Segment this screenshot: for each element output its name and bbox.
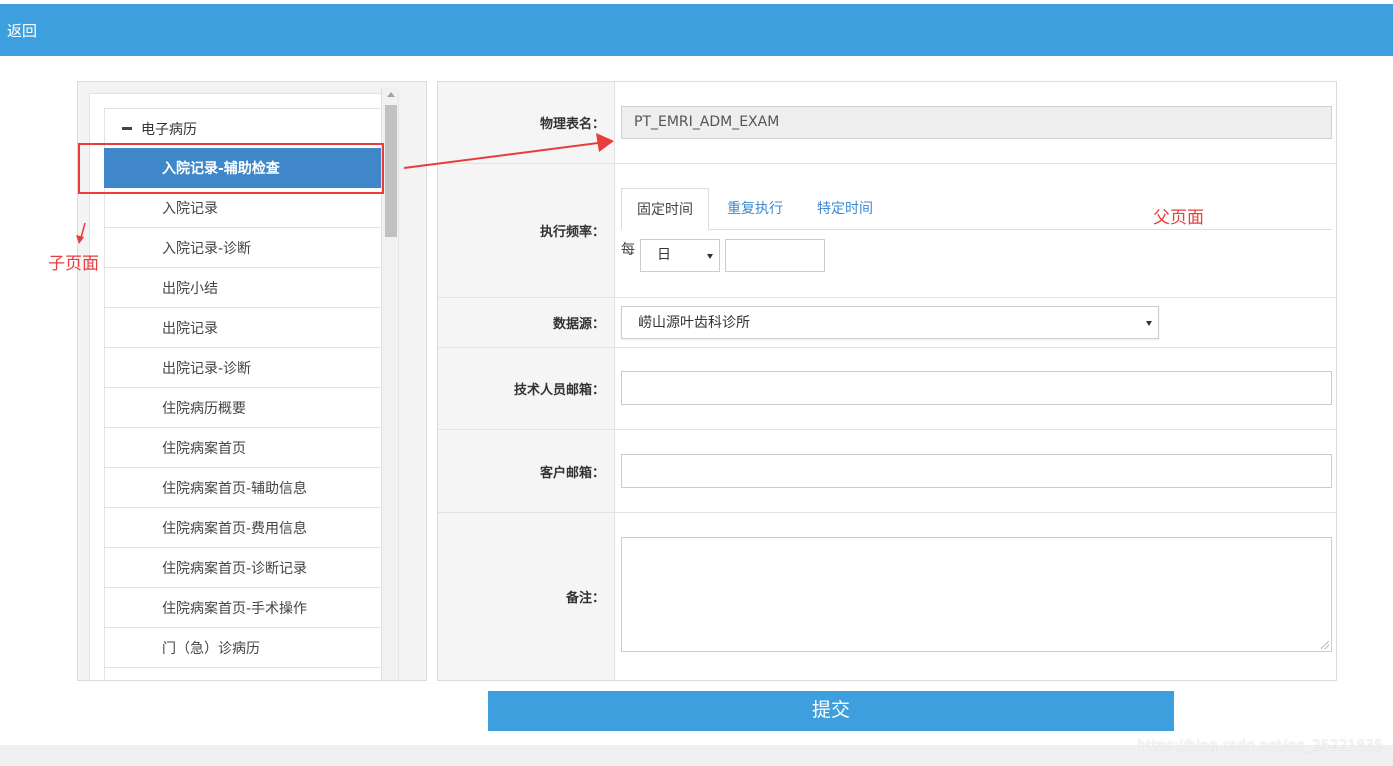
tree-item[interactable]: 出院记录 [104, 308, 383, 348]
tree-root-label: 电子病历 [141, 121, 197, 138]
row-body [616, 430, 1336, 512]
frequency-unit-select[interactable]: 日 [640, 239, 720, 272]
row-tech-email: 技术人员邮箱： [438, 348, 1336, 430]
tree-item[interactable]: 住院病案首页 [104, 428, 383, 468]
notes-textarea[interactable] [621, 537, 1332, 652]
resize-grip-icon[interactable] [1321, 641, 1329, 649]
back-link[interactable]: 返回 [7, 20, 37, 41]
customer-email-input[interactable] [621, 454, 1332, 488]
tab-fixed-time[interactable]: 固定时间 [621, 188, 709, 230]
row-table-name: 物理表名： PT_EMRI_ADM_EXAM [438, 82, 1336, 164]
chevron-down-icon [707, 254, 713, 259]
tree-item[interactable] [104, 668, 383, 680]
frequency-value-input[interactable] [725, 239, 825, 272]
tree-item[interactable]: 住院病案首页-费用信息 [104, 508, 383, 548]
tech-email-input[interactable] [621, 371, 1332, 405]
parent-page-annotation: 父页面 [1153, 208, 1204, 228]
tree-item-label: 出院记录 [162, 320, 218, 337]
datasource-value: 崂山源叶齿科诊所 [638, 315, 750, 331]
tree-item[interactable]: 门（急）诊病历 [104, 628, 383, 668]
tree-item[interactable]: 出院记录-诊断 [104, 348, 383, 388]
table-name-field[interactable]: PT_EMRI_ADM_EXAM [621, 106, 1332, 139]
tab-specific-time[interactable]: 特定时间 [817, 188, 873, 230]
row-body [616, 348, 1336, 429]
frequency-unit-value: 日 [657, 247, 671, 263]
scroll-up-arrow-icon[interactable] [387, 92, 395, 97]
datasource-label: 数据源： [438, 298, 615, 347]
watermark: https://blog.csdn.net/qq_25221835 [1137, 738, 1383, 754]
tree-item[interactable]: 入院记录 [104, 188, 383, 228]
row-body: 固定时间 重复执行 特定时间 每 日 [616, 164, 1336, 297]
row-frequency: 执行频率： 固定时间 重复执行 特定时间 每 日 [438, 164, 1336, 298]
tree-item[interactable]: 住院病案首页-手术操作 [104, 588, 383, 628]
tree-item[interactable]: 住院病历概要 [104, 388, 383, 428]
tree-item-label: 住院病历概要 [162, 400, 246, 417]
chevron-down-icon [1146, 321, 1152, 326]
parent-page-form: 物理表名： PT_EMRI_ADM_EXAM 执行频率： 固定时间 重复执行 特… [437, 81, 1337, 681]
submit-button[interactable]: 提交 [488, 691, 1174, 731]
tree-item-label: 出院小结 [162, 280, 218, 297]
selected-item-highlight [78, 143, 384, 194]
tree-item-label: 出院记录-诊断 [162, 360, 252, 377]
frequency-tabs: 固定时间 重复执行 特定时间 [621, 188, 1332, 230]
collapse-icon[interactable] [122, 127, 132, 130]
tree-item[interactable]: 入院记录-诊断 [104, 228, 383, 268]
customer-email-label: 客户邮箱： [438, 430, 615, 512]
tech-email-label: 技术人员邮箱： [438, 348, 615, 429]
tree-item-label: 住院病案首页 [162, 440, 246, 457]
tree-item-label: 住院病案首页-辅助信息 [162, 480, 308, 497]
tree-item-label: 住院病案首页-手术操作 [162, 600, 308, 617]
row-body: PT_EMRI_ADM_EXAM [616, 82, 1336, 163]
frequency-label: 执行频率： [438, 164, 615, 297]
tree-item[interactable]: 住院病案首页-诊断记录 [104, 548, 383, 588]
tree-item-label: 住院病案首页-费用信息 [162, 520, 308, 537]
row-datasource: 数据源： 崂山源叶齿科诊所 [438, 298, 1336, 348]
tree-item[interactable]: 出院小结 [104, 268, 383, 308]
tab-repeat[interactable]: 重复执行 [727, 188, 783, 230]
tree-item-label: 住院病案首页-诊断记录 [162, 560, 308, 577]
row-body: 崂山源叶齿科诊所 [616, 298, 1336, 347]
tree-item-label: 门（急）诊病历 [162, 640, 260, 657]
row-customer-email: 客户邮箱： [438, 430, 1336, 513]
child-page-annotation: 子页面 [48, 254, 99, 274]
row-notes: 备注： [438, 513, 1336, 680]
page-header: 返回 [0, 4, 1393, 56]
per-label: 每 [621, 242, 635, 258]
row-body [616, 513, 1336, 680]
scroll-thumb[interactable] [385, 105, 397, 237]
tree-item-label: 入院记录 [162, 200, 218, 217]
table-name-label: 物理表名： [438, 82, 615, 163]
notes-label: 备注： [438, 513, 615, 680]
datasource-select[interactable]: 崂山源叶齿科诊所 [621, 306, 1159, 339]
tree-root-emr[interactable]: 电子病历 [104, 108, 383, 148]
tree-item-label: 入院记录-诊断 [162, 240, 252, 257]
tree-item[interactable]: 住院病案首页-辅助信息 [104, 468, 383, 508]
